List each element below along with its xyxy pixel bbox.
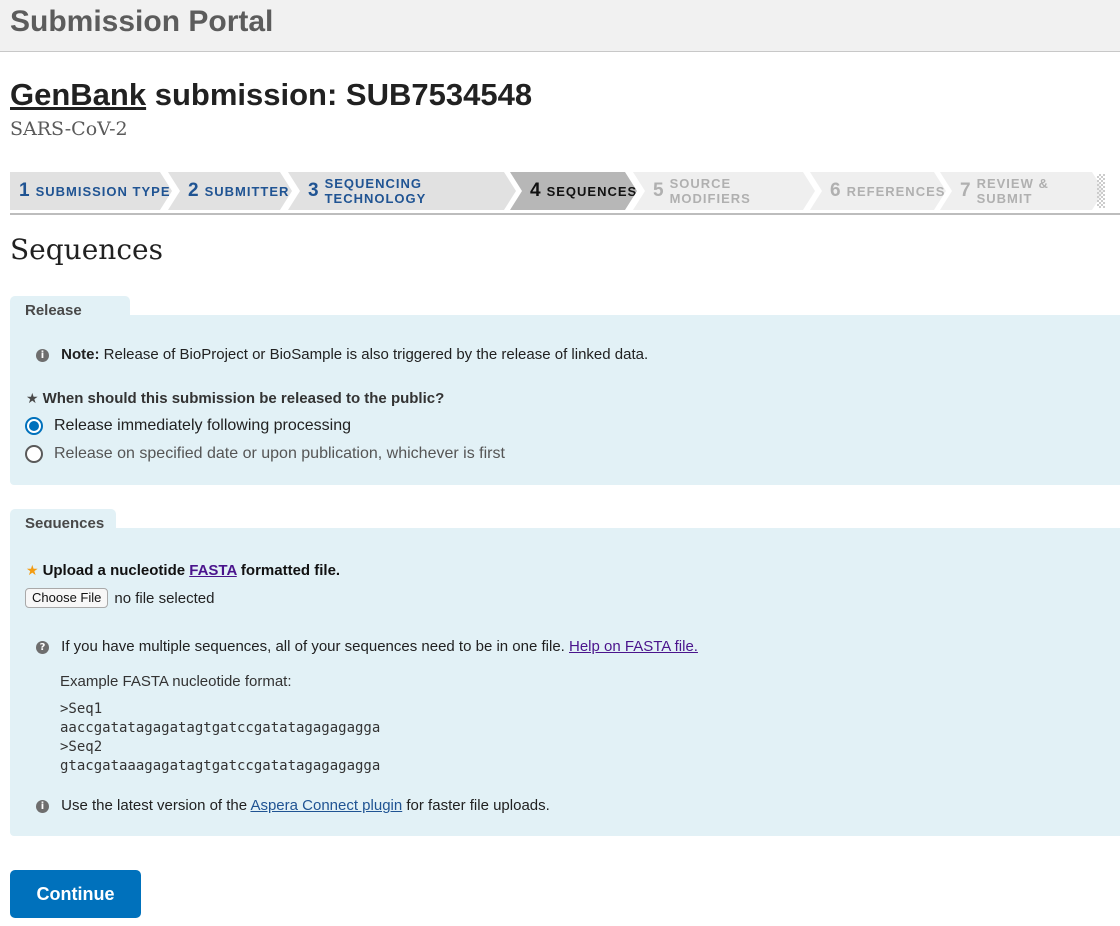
question-text: When should this submission be released … xyxy=(42,390,445,407)
step-number: 1 xyxy=(19,180,30,201)
fasta-line: aaccgatatagagatagtgatccgatatagagagagga xyxy=(60,720,381,736)
note-text: Release of BioProject or BioSample is al… xyxy=(99,346,649,363)
fasta-link[interactable]: FASTA xyxy=(189,562,237,579)
fasta-line: gtacgataaagagatagtgatccgatatagagagagga xyxy=(60,758,381,774)
wizard-steps: 1 SUBMISSION TYPE 2 SUBMITTER 3 SEQUENCI… xyxy=(10,172,1105,212)
step-label: SEQUENCES xyxy=(546,183,638,199)
aspera-link[interactable]: Aspera Connect plugin xyxy=(250,797,402,814)
step-number: 2 xyxy=(188,180,199,201)
aspera-post: for faster file uploads. xyxy=(402,797,550,814)
continue-button[interactable]: Continue xyxy=(10,870,141,918)
release-question: ★ When should this submission be released… xyxy=(26,390,444,407)
step-submission-type[interactable]: 1 SUBMISSION TYPE xyxy=(10,172,172,210)
file-picker: Choose File no file selected xyxy=(25,588,214,608)
step-label: SUBMISSION TYPE xyxy=(35,183,171,199)
release-option-immediate[interactable]: Release immediately following processing xyxy=(25,417,351,435)
help-icon: ? xyxy=(36,640,49,654)
choose-file-button[interactable]: Choose File xyxy=(25,588,109,608)
release-option-specified-date[interactable]: Release on specified date or upon public… xyxy=(25,445,505,463)
genbank-link[interactable]: GenBank xyxy=(10,77,146,112)
step-label: REFERENCES xyxy=(846,183,946,199)
aspera-note: i Use the latest version of the Aspera C… xyxy=(36,797,550,814)
step-number: 6 xyxy=(830,180,841,201)
note-label: Note: xyxy=(61,346,100,363)
step-number: 5 xyxy=(653,180,664,201)
page-title: Sequences xyxy=(10,233,163,266)
radio-label: Release immediately following processing xyxy=(54,417,352,434)
upload-pre: Upload a nucleotide xyxy=(42,562,190,579)
radio-label: Release on specified date or upon public… xyxy=(54,445,505,462)
fasta-line: >Seq2 xyxy=(60,739,103,755)
submission-title: GenBank submission: SUB7534548 xyxy=(10,77,532,113)
step-review-submit: 7 REVIEW & SUBMIT xyxy=(940,172,1104,210)
step-label: SEQUENCING TECHNOLOGY xyxy=(324,176,427,206)
step-references: 6 REFERENCES xyxy=(810,172,946,210)
fasta-line: >Seq1 xyxy=(60,701,103,717)
upload-label: ★ Upload a nucleotide FASTA formatted fil… xyxy=(26,562,340,579)
steps-divider xyxy=(10,213,1120,215)
fasta-example: >Seq1 aaccgatatagagatagtgatccgatatagagag… xyxy=(60,700,380,776)
organism-label: SARS-CoV-2 xyxy=(10,118,128,140)
fasta-help-link[interactable]: Help on FASTA file. xyxy=(569,638,698,655)
radio-specified-date[interactable] xyxy=(25,445,43,463)
help-text: If you have multiple sequences, all of y… xyxy=(61,638,569,655)
step-sequencing-technology[interactable]: 3 SEQUENCING TECHNOLOGY xyxy=(288,172,516,210)
file-status: no file selected xyxy=(114,589,215,607)
example-label: Example FASTA nucleotide format: xyxy=(60,673,292,690)
required-star-icon: ★ xyxy=(26,562,39,578)
required-star-icon: ★ xyxy=(26,390,39,406)
step-label: REVIEW & SUBMIT xyxy=(976,176,1049,206)
steps-overflow-indicator xyxy=(1097,174,1105,208)
step-number: 7 xyxy=(960,180,971,201)
upload-post: formatted file. xyxy=(236,562,341,579)
step-label: SUBMITTER xyxy=(204,183,290,199)
step-label: SOURCE MODIFIERS xyxy=(669,176,751,206)
step-number: 3 xyxy=(308,180,319,201)
portal-header: Submission Portal xyxy=(0,0,1120,52)
step-number: 4 xyxy=(530,180,541,201)
radio-immediate[interactable] xyxy=(25,417,43,435)
step-submitter[interactable]: 2 SUBMITTER xyxy=(168,172,292,210)
fasta-help: ? If you have multiple sequences, all of… xyxy=(36,638,698,655)
aspera-pre: Use the latest version of the xyxy=(61,797,251,814)
info-icon: i xyxy=(36,799,49,813)
release-note: i Note: Release of BioProject or BioSamp… xyxy=(36,346,648,363)
info-icon: i xyxy=(36,348,49,362)
submission-id: submission: SUB7534548 xyxy=(154,77,533,112)
step-sequences[interactable]: 4 SEQUENCES xyxy=(510,172,637,210)
portal-title: Submission Portal xyxy=(10,5,274,38)
step-source-modifiers: 5 SOURCE MODIFIERS xyxy=(633,172,815,210)
